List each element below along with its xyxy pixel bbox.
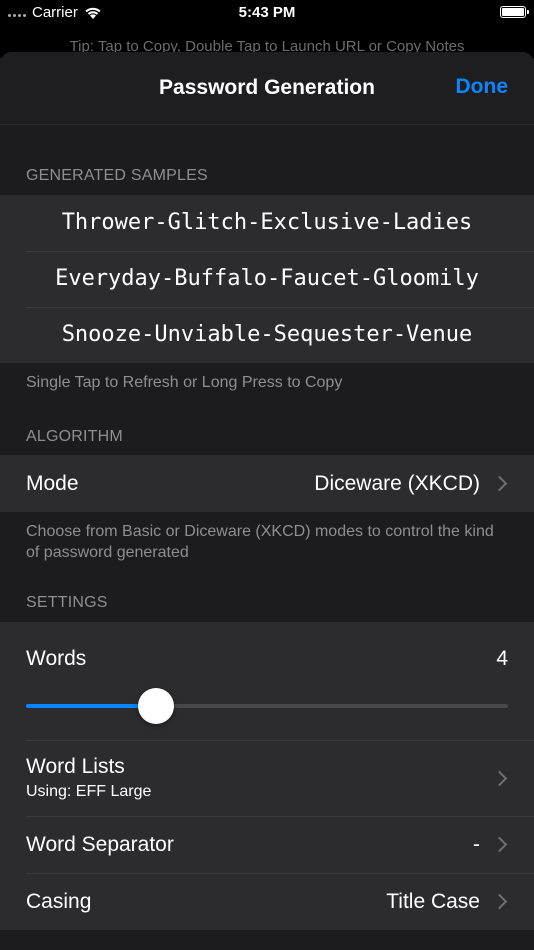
status-time: 5:43 PM	[238, 4, 296, 21]
sample-password-2[interactable]: Everyday-Buffalo-Faucet-Gloomily	[0, 251, 534, 307]
word-lists-label: Word Lists	[26, 755, 125, 778]
word-separator-row[interactable]: Word Separator -	[0, 816, 534, 873]
chevron-right-icon	[491, 893, 508, 910]
sample-password-1[interactable]: Thrower-Glitch-Exclusive-Ladies	[0, 195, 534, 251]
word-separator-value: -	[473, 832, 480, 856]
mode-value: Diceware (XKCD)	[314, 471, 480, 495]
words-slider-fill	[26, 704, 157, 708]
password-generation-sheet: Password Generation Done GENERATED SAMPL…	[0, 52, 534, 950]
chevron-right-icon	[491, 836, 508, 853]
casing-label: Casing	[26, 889, 92, 913]
page-title: Password Generation	[159, 76, 375, 99]
samples-footer: Single Tap to Refresh or Long Press to C…	[26, 374, 343, 391]
sample-password-3[interactable]: Snooze-Unviable-Sequester-Venue	[0, 307, 534, 363]
mode-label: Mode	[26, 471, 79, 495]
casing-row[interactable]: Casing Title Case	[0, 873, 534, 930]
casing-value: Title Case	[386, 889, 480, 913]
algorithm-footer: Choose from Basic or Diceware (XKCD) mod…	[26, 523, 494, 561]
word-lists-row[interactable]: Word Lists Using: EFF Large	[0, 740, 534, 816]
words-value: 4	[496, 647, 508, 670]
settings-group: Words 4 Word Lists Using: EFF Large Word…	[0, 622, 534, 930]
navigation-bar: Password Generation Done	[0, 52, 534, 125]
mode-row[interactable]: Mode Diceware (XKCD)	[0, 455, 534, 512]
word-lists-subtitle: Using: EFF Large	[26, 783, 152, 800]
words-row: Words 4	[0, 622, 534, 740]
algorithm-group: Mode Diceware (XKCD)	[0, 455, 534, 512]
done-button[interactable]: Done	[456, 75, 509, 99]
word-separator-label: Word Separator	[26, 832, 174, 856]
algorithm-section-header: ALGORITHM	[26, 428, 123, 445]
words-slider-thumb[interactable]	[138, 688, 175, 724]
samples-group: Thrower-Glitch-Exclusive-Ladies Everyday…	[0, 195, 534, 363]
samples-section-header: GENERATED SAMPLES	[26, 167, 208, 184]
word-lists-text: Word Lists Using: EFF Large	[26, 755, 480, 801]
chevron-right-icon	[491, 475, 508, 492]
status-bar: Carrier 5:43 PM	[0, 0, 534, 28]
words-slider[interactable]	[26, 688, 508, 724]
chevron-right-icon	[491, 770, 508, 786]
battery-icon	[500, 6, 529, 18]
words-label: Words	[26, 647, 87, 670]
settings-section-header: SETTINGS	[26, 594, 108, 611]
